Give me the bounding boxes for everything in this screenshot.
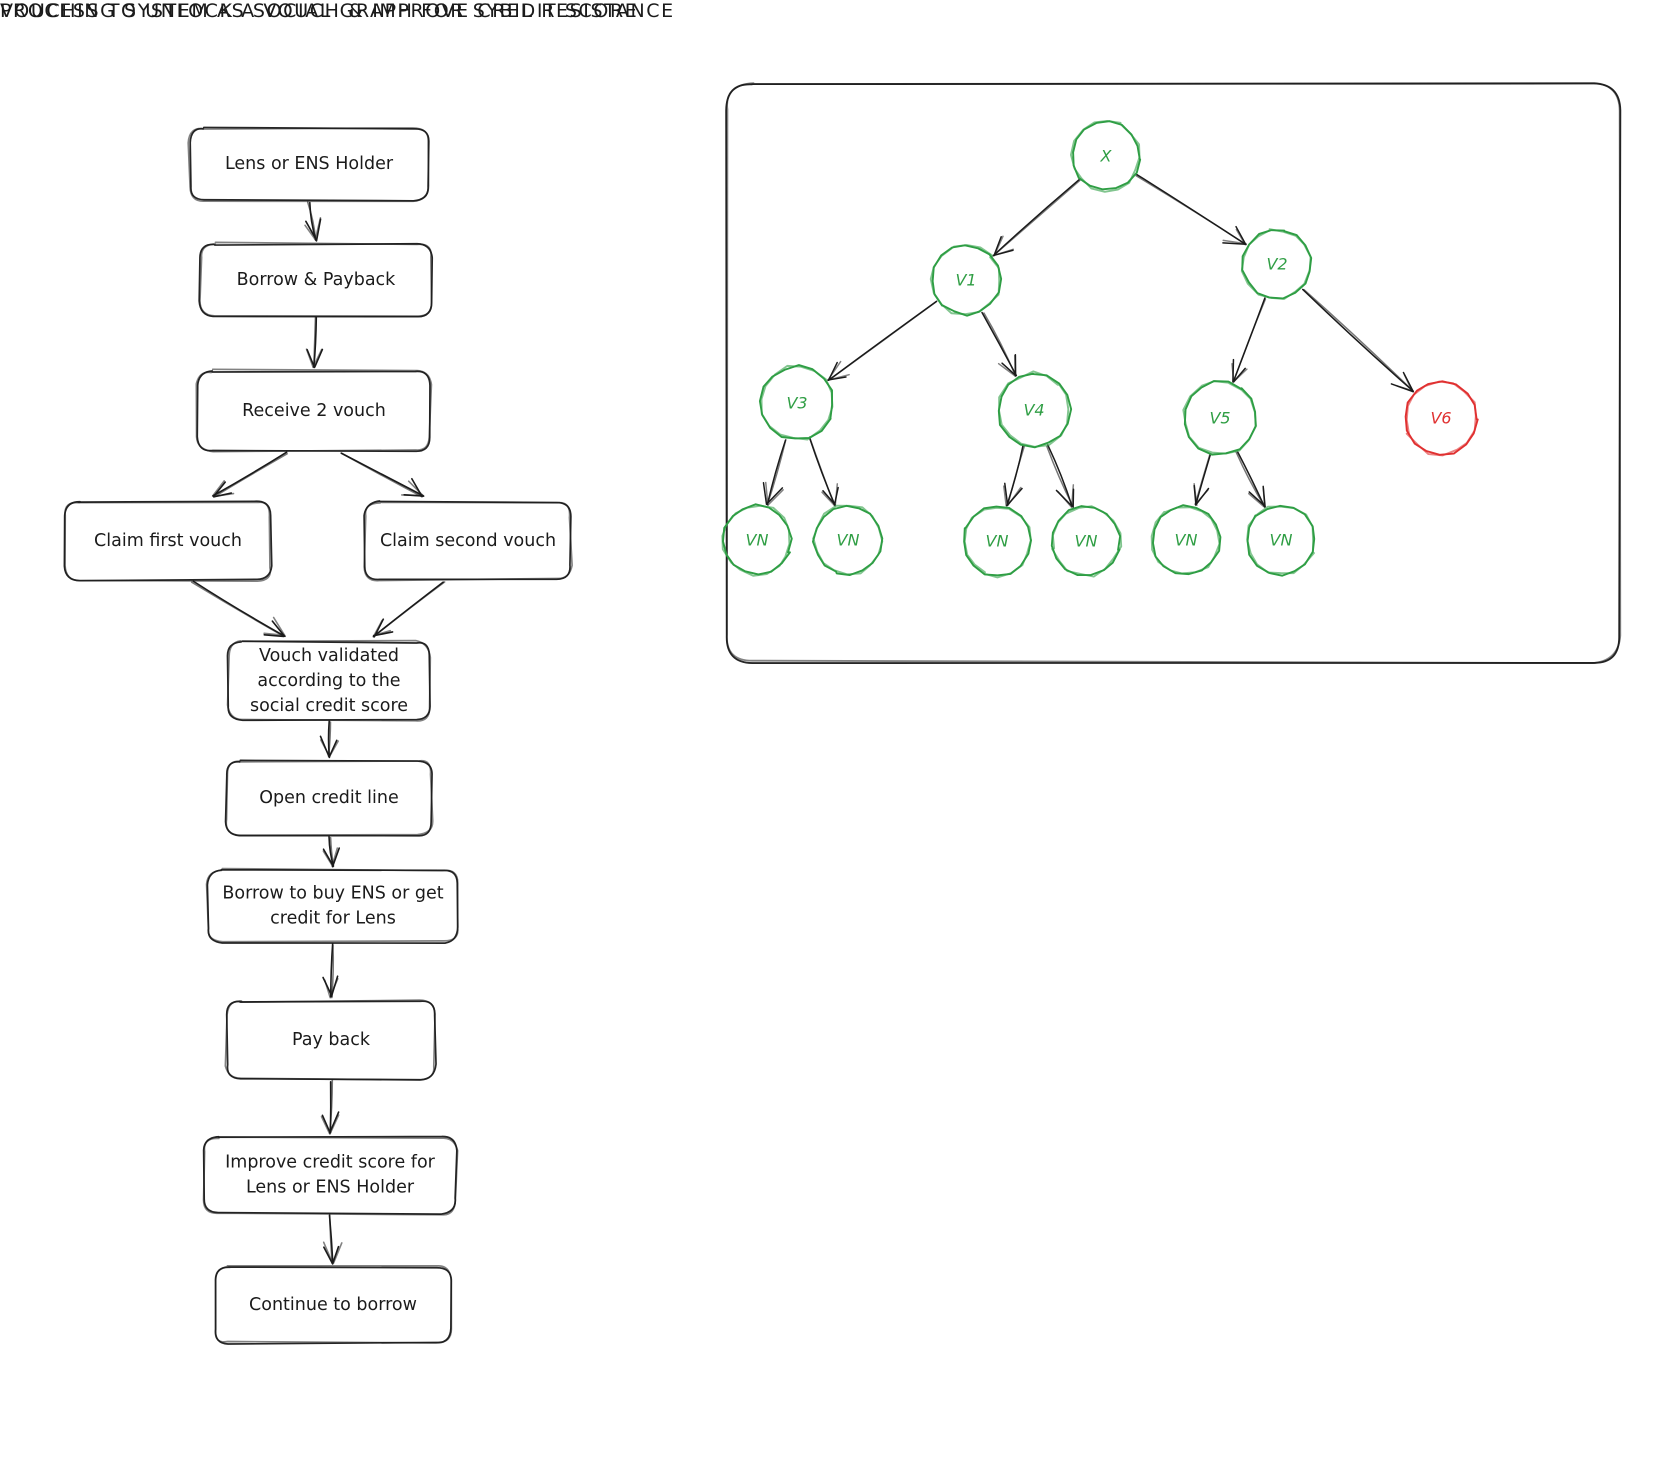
flowchart-edges: [190, 201, 446, 1265]
flow-box-label: Improve credit score for: [225, 1153, 436, 1173]
flow-box-n2[interactable]: Borrow & Payback: [198, 241, 434, 318]
flow-box-n3[interactable]: Receive 2 vouch: [195, 368, 433, 453]
flow-box-label: social credit score: [250, 696, 408, 716]
graph-node-label: VN: [746, 531, 769, 550]
graph-edge-v1-v3: [827, 300, 938, 381]
flow-edge-n1-n2: [304, 201, 322, 242]
flow-box-label: Borrow & Payback: [237, 270, 397, 290]
flow-box-label: Lens or ENS Holder: [225, 154, 394, 174]
graph-edge-v3-vn1: [762, 438, 787, 506]
graph-node-label: VN: [837, 531, 860, 550]
graph-node-label: VN: [1075, 532, 1098, 551]
graph-node-x[interactable]: X: [1069, 119, 1142, 193]
diagram-canvas: Lens or ENS Holder Borrow & Payback Receiv…: [63, 82, 1622, 1345]
graph-node-v3[interactable]: V3: [758, 364, 834, 441]
graph-panel-border: [725, 82, 1622, 665]
graph-node-label: V2: [1266, 255, 1287, 274]
flow-box-label: Vouch validated: [259, 646, 399, 666]
graph-node-vn5[interactable]: VN: [1150, 504, 1222, 576]
flow-box-n4[interactable]: Claim first vouch: [63, 500, 273, 583]
flow-edge-n3-n4: [211, 451, 288, 498]
graph-node-label: X: [1100, 147, 1113, 166]
flow-box-label: Continue to borrow: [249, 1295, 417, 1315]
flow-box-label: credit for Lens: [270, 909, 396, 929]
flow-edge-n6-n7: [319, 720, 340, 759]
graph-node-vn2[interactable]: VN: [811, 504, 884, 577]
graph-node-label: VN: [986, 532, 1009, 551]
graph-edge-v4-vn3: [1003, 445, 1026, 507]
flow-box-n10[interactable]: Improve credit score for Lens or ENS Hold…: [202, 1135, 459, 1216]
graph-node-v2[interactable]: V2: [1240, 228, 1313, 300]
flow-box-label: Open credit line: [259, 788, 398, 808]
flow-edge-n8-n9: [322, 942, 339, 999]
graph-edge-v1-v4: [981, 311, 1018, 378]
flow-box-n5[interactable]: Claim second vouch: [363, 500, 573, 582]
flow-edge-n7-n8: [322, 835, 341, 868]
graph-node-vn4[interactable]: VN: [1050, 505, 1123, 578]
graph-node-vn1[interactable]: VN: [721, 503, 793, 577]
flow-box-label: Claim second vouch: [380, 531, 556, 551]
flow-box-label: Borrow to buy ENS or get: [222, 884, 443, 904]
graph-node-v4[interactable]: V4: [997, 370, 1073, 449]
graph-edge-x-v2: [1135, 173, 1247, 246]
flow-box-n6[interactable]: Vouch validated according to the social cr…: [226, 639, 432, 722]
flow-edge-n5-n6: [372, 581, 446, 638]
flow-box-label: Claim first vouch: [94, 531, 242, 551]
graph-edge-v5-vn6: [1235, 450, 1266, 509]
flow-box-n8[interactable]: Borrow to buy ENS or get credit for Lens: [205, 867, 459, 944]
graph-edge-v2-v5: [1231, 297, 1267, 383]
graph-node-vn3[interactable]: VN: [963, 505, 1032, 579]
flow-edge-n10-n11: [322, 1212, 343, 1265]
graph-edge-v5-vn5: [1193, 453, 1212, 507]
graph-edge-v3-vn2: [808, 436, 839, 507]
graph-panel: [725, 82, 1622, 665]
graph-node-label: V6: [1430, 409, 1451, 428]
graph-node-v6[interactable]: V6: [1404, 380, 1479, 457]
graph-node-label: V4: [1023, 401, 1044, 420]
flow-edge-n3-n5: [340, 452, 425, 498]
graph-edge-v2-v6: [1302, 288, 1415, 393]
flow-box-n1[interactable]: Lens or ENS Holder: [187, 126, 430, 203]
graph-node-v5[interactable]: V5: [1182, 380, 1258, 456]
graph-node-label: V5: [1209, 409, 1230, 428]
graph-node-v1[interactable]: V1: [929, 244, 1003, 317]
graph-node-label: VN: [1175, 531, 1198, 550]
flow-edge-n9-n10: [320, 1078, 340, 1135]
graph-node-label: V3: [786, 394, 807, 413]
graph-edges: [762, 173, 1415, 509]
flow-edge-n4-n6: [190, 580, 287, 638]
flow-box-label: Pay back: [292, 1030, 371, 1050]
flowchart-nodes: Lens or ENS Holder Borrow & Payback Receiv…: [63, 126, 573, 1345]
graph-edge-v4-vn4: [1046, 444, 1075, 509]
flow-box-n7[interactable]: Open credit line: [224, 759, 434, 837]
flow-edge-n2-n3: [305, 316, 324, 369]
flow-box-n9[interactable]: Pay back: [224, 999, 437, 1081]
flow-box-label: Receive 2 vouch: [242, 401, 386, 421]
flow-box-n11[interactable]: Continue to borrow: [214, 1264, 453, 1345]
graph-node-vn6[interactable]: VN: [1246, 504, 1316, 577]
flow-box-label: Lens or ENS Holder: [246, 1178, 415, 1198]
graph-node-label: V1: [955, 271, 976, 290]
graph-nodes: X V1 V2 V3 V4 V5 V6 VN VN VN VN VN VN: [721, 119, 1479, 579]
flow-box-label: according to the: [257, 671, 400, 691]
graph-node-label: VN: [1270, 531, 1293, 550]
graph-edge-x-v1: [992, 178, 1081, 257]
